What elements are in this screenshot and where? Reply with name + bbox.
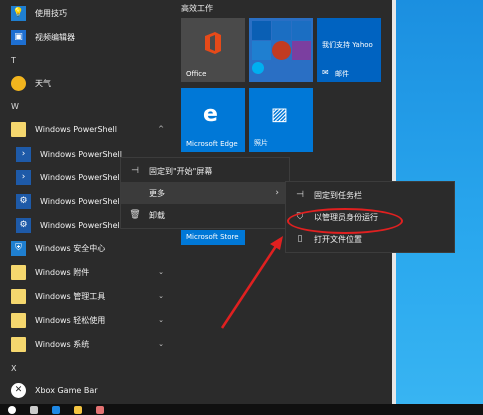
section-letter-t[interactable]: T [11,56,16,65]
tile-label: 照片 [254,139,268,147]
chevron-down-icon: ⌄ [158,292,164,300]
mail-app-icon [252,21,271,40]
chevron-right-icon: › [275,188,279,198]
app-label: Windows 安全中心 [35,243,106,253]
app-item-tips[interactable]: 💡 使用技巧 [0,2,172,24]
menu-item-pin-taskbar[interactable]: ⊣ 固定到任务栏 [286,184,454,206]
menu-item-label: 卸载 [149,210,165,220]
taskbar [0,404,483,415]
video-editor-icon: ▣ [11,29,26,45]
cloud-icon [252,41,271,60]
app-folder-system[interactable]: Windows 系统 ⌄ [0,333,172,355]
skype-icon [252,62,264,74]
app-label: Windows PowerShell [40,172,122,182]
trash-icon: 🗑 [129,210,141,220]
app-label: Windows PowerShell [40,220,122,230]
menu-item-more[interactable]: 更多 › [121,182,289,204]
app-folder-admin-tools[interactable]: Windows 管理工具 ⌄ [0,285,172,307]
people-icon [292,21,311,40]
powershell-icon: › [16,146,31,162]
file-explorer-icon[interactable] [74,406,82,414]
menu-item-label: 固定到"开始"屏幕 [149,166,213,176]
tile-label: 我们支持 Yahoo [322,41,373,49]
context-menu: ⊣ 固定到"开始"屏幕 更多 › 🗑 卸载 [120,157,290,229]
app-label: Xbox Game Bar [35,385,98,395]
onenote-icon [292,41,311,60]
pin-icon: ⊣ [296,190,304,200]
menu-item-label: 更多 [149,188,165,198]
folder-icon [11,288,26,304]
tile-group-title: 高效工作 [181,4,213,13]
app-label: Windows 系统 [35,339,90,349]
search-icon[interactable] [8,406,16,414]
tile-label: Office [186,70,207,78]
app-label: Windows PowerShell [35,124,117,134]
pin-icon: ⊣ [131,166,139,176]
app-item-weather[interactable]: 天气 [0,72,172,94]
tile-label: 邮件 [335,70,349,78]
app-label: 天气 [35,78,51,88]
edge-taskbar-icon[interactable] [52,406,60,414]
tile-office[interactable]: Office [181,18,245,82]
task-view-icon[interactable] [30,406,38,414]
file-location-icon: ▯ [297,234,303,244]
app-label: 使用技巧 [35,8,67,18]
tile-group-productivity[interactable] [249,18,313,82]
app-label: Windows 附件 [35,267,90,277]
app-item-video-editor[interactable]: ▣ 视频编辑器 [0,26,172,48]
app-folder-powershell[interactable]: Windows PowerShell ^ [0,118,172,140]
menu-item-label: 固定到任务栏 [314,190,362,200]
app-label: Windows PowerShell [40,196,122,206]
app-label: Windows PowerShell [40,149,122,159]
app-folder-ease-of-access[interactable]: Windows 轻松使用 ⌄ [0,309,172,331]
tile-store[interactable]: Microsoft Store [181,230,245,245]
tile-label: Microsoft Edge [186,140,238,148]
app-folder-accessories[interactable]: Windows 附件 ⌄ [0,261,172,283]
photos-icon: ▨ [271,104,289,125]
chevron-down-icon: ⌄ [158,268,164,276]
section-letter-w[interactable]: W [11,102,19,111]
security-shield-icon: ⛨ [11,240,26,256]
folder-icon [11,312,26,328]
app-label: Windows 轻松使用 [35,315,106,325]
chevron-down-icon: ⌄ [158,340,164,348]
onedrive-icon [272,21,291,40]
folder-icon [11,121,26,137]
tile-edge[interactable]: e Microsoft Edge [181,88,245,152]
edge-icon: e [203,102,218,127]
tips-icon: 💡 [11,5,26,21]
powershell-ise-icon: ⚙ [16,217,31,233]
menu-item-label: 打开文件位置 [314,234,362,244]
app-label: 视频编辑器 [35,32,75,42]
app-item-windows-security[interactable]: ⛨ Windows 安全中心 [0,237,172,259]
folder-icon [11,264,26,280]
store-taskbar-icon[interactable] [96,406,104,414]
chevron-up-icon: ^ [158,125,164,133]
mail-icon: ✉ [322,68,329,77]
menu-item-uninstall[interactable]: 🗑 卸载 [121,204,289,226]
folder-icon [11,336,26,352]
tile-mail[interactable]: 我们支持 Yahoo ✉ 邮件 [317,18,381,82]
powershell-ise-icon: ⚙ [16,193,31,209]
app-item-xbox-game-bar[interactable]: ✕ Xbox Game Bar [0,379,172,401]
xbox-icon: ✕ [11,382,26,398]
annotation-highlight-ellipse [287,208,403,234]
powershell-icon: › [16,169,31,185]
chevron-down-icon: ⌄ [158,316,164,324]
tile-photos[interactable]: ▨ 照片 [249,88,313,152]
app-label: Windows 管理工具 [35,291,106,301]
weather-icon [11,75,26,91]
office-icon [205,32,221,54]
office-lens-icon [272,41,291,60]
tile-label: Microsoft Store [186,233,239,241]
menu-item-pin-start[interactable]: ⊣ 固定到"开始"屏幕 [121,160,289,182]
section-letter-x[interactable]: X [11,364,16,373]
